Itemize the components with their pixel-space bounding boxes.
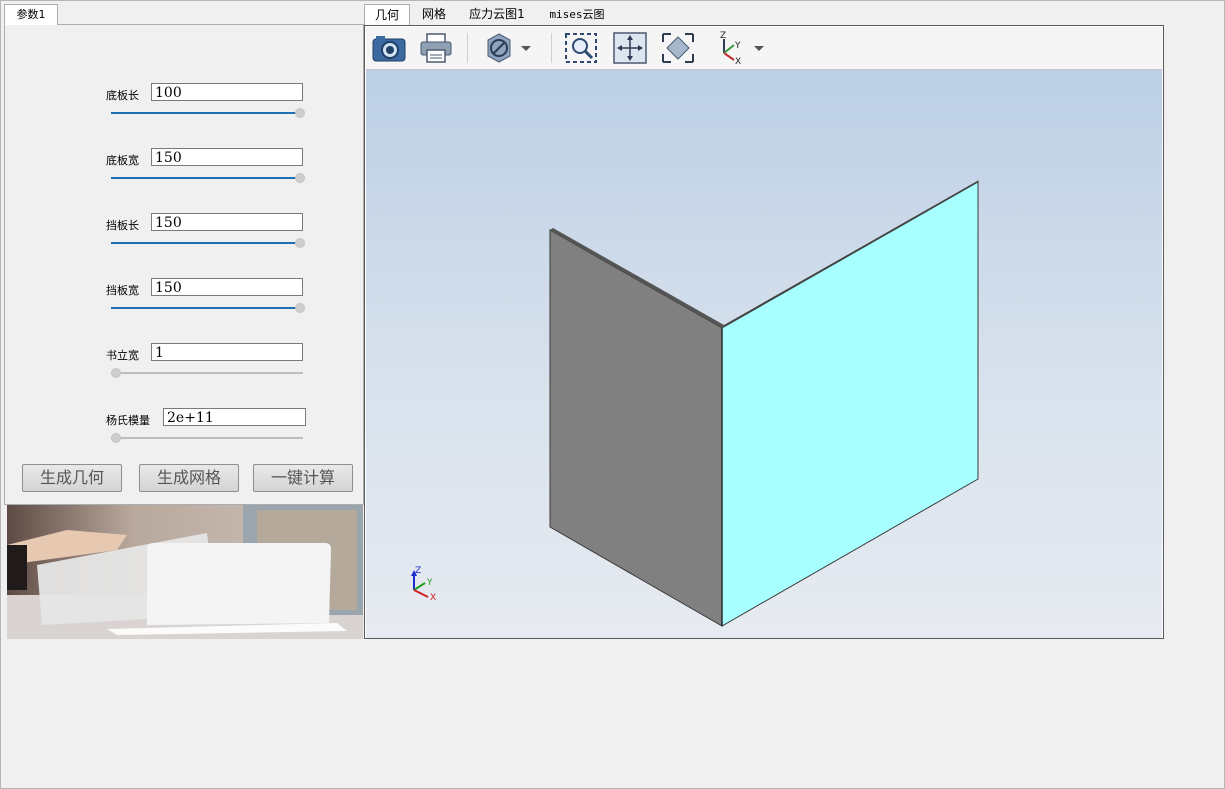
- param-row-baffle-width: 挡板宽 150: [5, 278, 363, 318]
- param-row-bookend-width: 书立宽 1: [5, 343, 363, 383]
- baffle-width-slider[interactable]: [111, 302, 305, 314]
- visibility-icon[interactable]: [480, 31, 534, 65]
- baffle-length-input[interactable]: 150: [151, 213, 303, 231]
- viewer-toolbar: Z Y X: [366, 27, 1162, 70]
- 3d-viewport[interactable]: Z Y X: [366, 70, 1162, 638]
- slider-thumb[interactable]: [295, 238, 305, 248]
- base-length-slider[interactable]: [111, 107, 305, 119]
- param-label: 挡板宽: [106, 284, 139, 297]
- svg-text:Z: Z: [415, 566, 421, 576]
- parameter-panel: 底板长 100 底板宽 150 挡板长 150 挡板宽 150 书立宽 1 杨氏…: [4, 24, 364, 505]
- application-window: 参数1 底板长 100 底板宽 150 挡板长 150 挡板宽 150 书立宽 …: [0, 0, 1225, 789]
- zoom-all-icon[interactable]: [660, 31, 696, 65]
- svg-text:Y: Y: [426, 578, 433, 588]
- bookend-baffle-face: [721, 181, 979, 627]
- youngs-modulus-input[interactable]: 2e+11: [163, 408, 306, 426]
- bookend-base-face: [549, 229, 723, 627]
- tab-mises-contour[interactable]: mises云图: [542, 4, 612, 25]
- axes-view-icon[interactable]: Z Y X: [710, 31, 766, 67]
- param-row-baffle-length: 挡板长 150: [5, 213, 363, 253]
- bookend-width-slider[interactable]: [111, 367, 303, 379]
- param-label: 底板长: [106, 89, 139, 102]
- tab-mesh[interactable]: 网格: [414, 4, 454, 25]
- slider-thumb[interactable]: [295, 303, 305, 313]
- tab-geometry[interactable]: 几何: [364, 4, 410, 27]
- svg-text:Y: Y: [734, 41, 741, 51]
- base-length-input[interactable]: 100: [151, 83, 303, 101]
- slider-thumb[interactable]: [295, 173, 305, 183]
- zoom-box-icon[interactable]: [563, 31, 599, 65]
- base-width-slider[interactable]: [111, 172, 305, 184]
- base-width-input[interactable]: 150: [151, 148, 303, 166]
- bookend-photo: [7, 505, 363, 639]
- youngs-modulus-slider[interactable]: [111, 432, 303, 444]
- tab-stress-contour-1[interactable]: 应力云图1: [464, 4, 530, 25]
- one-click-compute-button[interactable]: 一键计算: [253, 464, 353, 492]
- param-row-base-width: 底板宽 150: [5, 148, 363, 188]
- generate-mesh-button[interactable]: 生成网格: [139, 464, 239, 492]
- baffle-length-slider[interactable]: [111, 237, 305, 249]
- tab-params-1[interactable]: 参数1: [4, 4, 58, 25]
- slider-thumb[interactable]: [295, 108, 305, 118]
- axis-triad: Z Y X: [411, 566, 436, 603]
- fit-view-icon[interactable]: [612, 31, 648, 65]
- bookend-width-input[interactable]: 1: [151, 343, 303, 361]
- baffle-width-input[interactable]: 150: [151, 278, 303, 296]
- svg-text:X: X: [735, 57, 741, 65]
- svg-text:X: X: [430, 593, 436, 603]
- param-label: 挡板长: [106, 219, 139, 232]
- param-label: 底板宽: [106, 154, 139, 167]
- param-label: 书立宽: [106, 349, 139, 362]
- param-row-youngs-modulus: 杨氏模量 2e+11: [5, 408, 363, 448]
- slider-thumb[interactable]: [111, 368, 121, 378]
- param-label: 杨氏模量: [106, 414, 150, 427]
- param-row-base-length: 底板长 100: [5, 83, 363, 123]
- slider-thumb[interactable]: [111, 433, 121, 443]
- 3d-viewer: Z Y X Z Y X: [364, 25, 1164, 639]
- print-icon[interactable]: [418, 31, 454, 65]
- camera-icon[interactable]: [371, 31, 407, 65]
- svg-text:Z: Z: [720, 31, 726, 41]
- generate-geometry-button[interactable]: 生成几何: [22, 464, 122, 492]
